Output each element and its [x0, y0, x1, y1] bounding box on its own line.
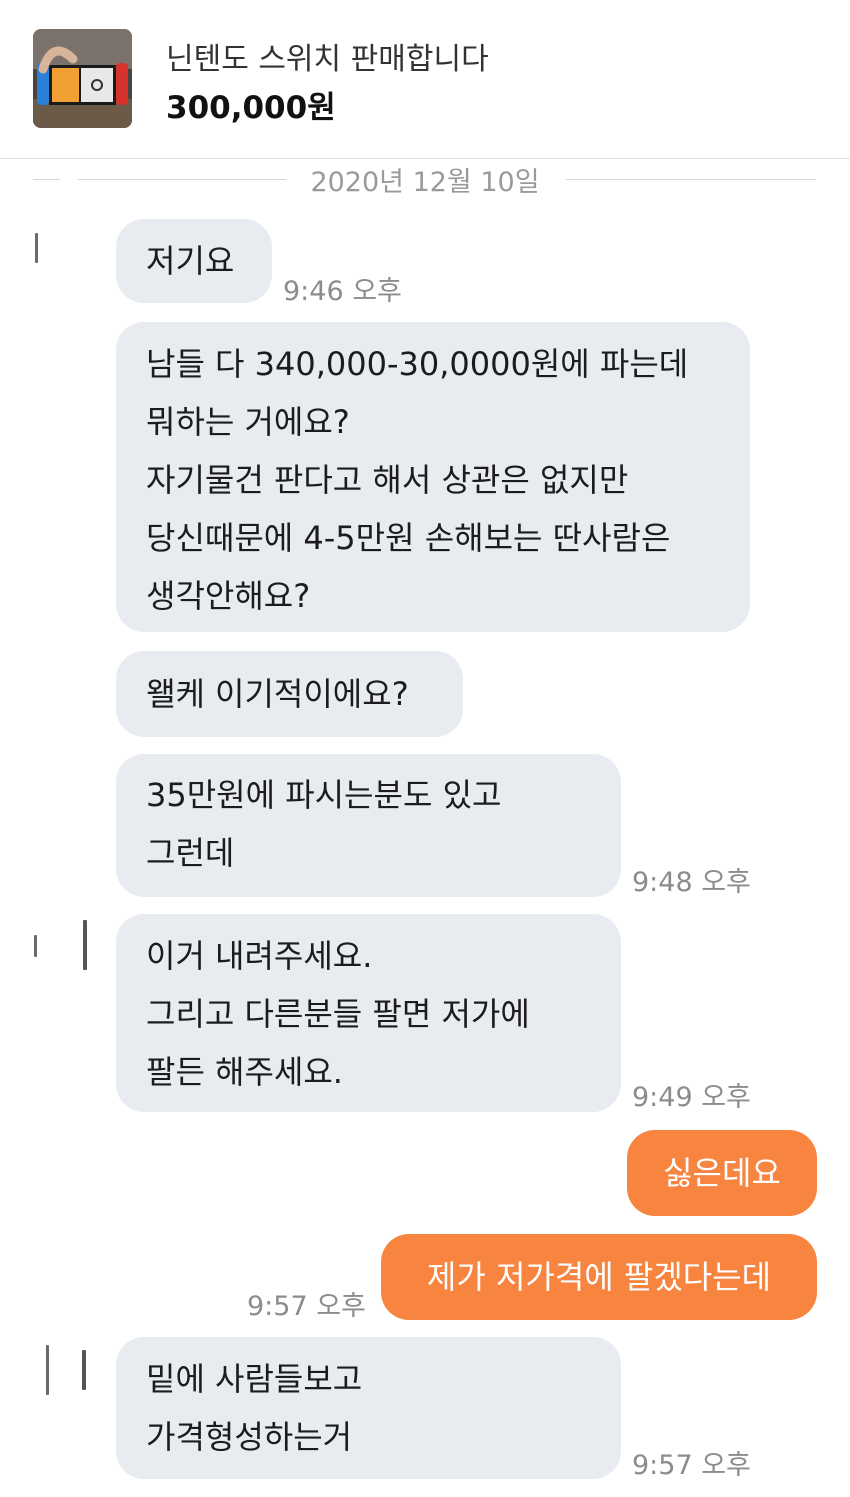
product-price: 300,000원 — [166, 90, 336, 126]
message-text: 그리고 다른분들 팔면 저가에 — [146, 995, 530, 1033]
sender-avatar-edge — [83, 920, 87, 970]
message-text: 그런데 — [146, 834, 235, 872]
message-text: 35만원에 파시는분도 있고 — [146, 776, 502, 814]
date-divider-line-right — [566, 179, 816, 180]
message-bubble-received[interactable]: 저기요 — [116, 219, 272, 303]
message-text: 생각안해요? — [146, 577, 311, 615]
message-bubble-received[interactable]: 35만원에 파시는분도 있고 그런데 — [116, 754, 621, 897]
date-divider-line-left-a — [33, 179, 60, 180]
date-divider: 2020년 12월 10일 — [310, 167, 540, 198]
sender-avatar-edge — [82, 1350, 86, 1390]
sender-avatar[interactable] — [34, 935, 37, 957]
message-text: 왤케 이기적이에요? — [146, 675, 409, 713]
message-bubble-received[interactable]: 남들 다 340,000-30,0000원에 파는데 뭐하는 거에요? 자기물건… — [116, 322, 750, 632]
message-time: 9:49 오후 — [632, 1082, 751, 1113]
message-text: 자기물건 판다고 해서 상관은 없지만 — [146, 461, 629, 499]
message-bubble-received[interactable]: 이거 내려주세요. 그리고 다른분들 팔면 저가에 팔든 해주세요. — [116, 914, 621, 1112]
message-text: 팔든 해주세요. — [146, 1053, 343, 1091]
message-bubble-received[interactable]: 왤케 이기적이에요? — [116, 651, 463, 737]
message-time: 9:48 오후 — [632, 867, 751, 898]
message-text: 이거 내려주세요. — [146, 937, 373, 975]
message-time: 9:57 오후 — [247, 1291, 366, 1322]
message-bubble-received[interactable]: 밑에 사람들보고 가격형성하는거 — [116, 1337, 621, 1479]
sender-avatar[interactable] — [46, 1345, 49, 1395]
message-text: 남들 다 340,000-30,0000원에 파는데 — [146, 345, 689, 383]
nintendo-switch-photo-icon — [33, 29, 132, 128]
message-bubble-sent[interactable]: 제가 저가격에 팔겠다는데 — [381, 1234, 817, 1320]
message-bubble-sent[interactable]: 싫은데요 — [627, 1130, 817, 1216]
message-time: 9:57 오후 — [632, 1450, 751, 1481]
message-text: 저기요 — [146, 242, 235, 280]
message-text: 제가 저가격에 팔겠다는데 — [426, 1258, 772, 1296]
product-thumbnail[interactable] — [33, 29, 132, 128]
sender-avatar[interactable] — [35, 233, 38, 263]
message-text: 가격형성하는거 — [146, 1418, 353, 1456]
message-text: 밑에 사람들보고 — [146, 1360, 363, 1398]
product-title[interactable]: 닌텐도 스위치 판매합니다 — [166, 34, 489, 78]
date-divider-line-left — [78, 179, 286, 180]
message-text: 뭐하는 거에요? — [146, 403, 350, 441]
message-text: 당신때문에 4-5만원 손해보는 딴사람은 — [146, 519, 671, 557]
message-time: 9:46 오후 — [283, 276, 402, 307]
message-text: 싫은데요 — [663, 1154, 781, 1192]
